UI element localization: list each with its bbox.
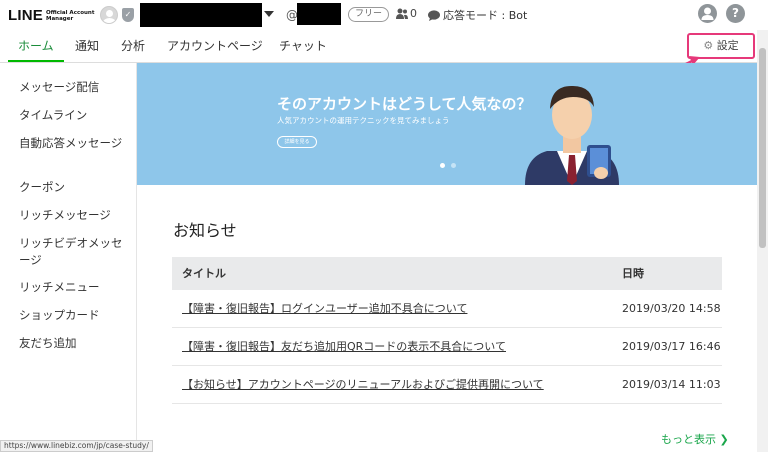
carousel-dot[interactable] bbox=[451, 163, 456, 168]
settings-label: 設定 bbox=[716, 39, 739, 52]
friend-count: 0 bbox=[396, 7, 417, 20]
top-bar: LINE Official Account Manager ✓ @ フリー 0 応… bbox=[0, 0, 768, 30]
friends-icon bbox=[396, 8, 408, 19]
response-mode[interactable]: 応答モード : Bot bbox=[428, 7, 527, 23]
logo-subtext: Official Account Manager bbox=[45, 9, 95, 22]
table-row: 【お知らせ】アカウントページのリニューアルおよびご提供再開について 2019/0… bbox=[172, 366, 722, 404]
tab-account-page[interactable]: アカウントページ bbox=[167, 30, 263, 62]
news-date: 2019/03/14 11:03 bbox=[622, 378, 721, 391]
shield-icon: ✓ bbox=[122, 8, 134, 22]
user-profile-icon[interactable] bbox=[698, 4, 717, 23]
sidebar-item-timeline[interactable]: タイムライン bbox=[19, 107, 129, 124]
sidebar-item-auto-reply[interactable]: 自動応答メッセージ bbox=[19, 135, 129, 152]
tab-chat[interactable]: チャット bbox=[279, 30, 327, 62]
table-row: 【障害・復旧報告】友だち追加用QRコードの表示不具合について 2019/03/1… bbox=[172, 328, 722, 366]
plan-badge: フリー bbox=[348, 7, 390, 22]
news-card: お知らせ タイトル 日時 【障害・復旧報告】ログインユーザー追加不具合について … bbox=[137, 185, 757, 452]
news-link[interactable]: 【障害・復旧報告】ログインユーザー追加不具合について bbox=[182, 290, 467, 327]
logo-text: LINE bbox=[8, 7, 43, 24]
chat-bubble-icon bbox=[428, 9, 440, 21]
news-title: お知らせ bbox=[173, 221, 237, 240]
main-content: そのアカウントはどうして人気なの？ 人気アカウントの運用テクニックを見てみましょ… bbox=[137, 63, 757, 452]
account-dropdown-icon[interactable] bbox=[264, 11, 274, 17]
account-avatar[interactable] bbox=[100, 6, 118, 24]
sidebar: メッセージ配信 タイムライン 自動応答メッセージ クーポン リッチメッセージ リ… bbox=[0, 63, 137, 452]
sidebar-item-add-friends[interactable]: 友だち追加 bbox=[19, 335, 129, 352]
status-bar-url: https://www.linebiz.com/jp/case-study/ bbox=[0, 440, 153, 452]
sidebar-item-message-delivery[interactable]: メッセージ配信 bbox=[19, 79, 129, 96]
news-link[interactable]: 【障害・復旧報告】友だち追加用QRコードの表示不具合について bbox=[182, 328, 506, 365]
news-date: 2019/03/20 14:58 bbox=[622, 302, 721, 315]
sidebar-item-rich-message[interactable]: リッチメッセージ bbox=[19, 207, 129, 224]
table-row: 【障害・復旧報告】ログインユーザー追加不具合について 2019/03/20 14… bbox=[172, 290, 722, 328]
news-date: 2019/03/17 16:46 bbox=[622, 340, 721, 353]
scrollbar-thumb[interactable] bbox=[759, 48, 766, 248]
redacted-account-id bbox=[297, 3, 341, 25]
main-navigation: ホーム 通知 分析 アカウントページ チャット bbox=[0, 30, 757, 63]
carousel-dot-active[interactable] bbox=[440, 163, 445, 168]
sidebar-item-rich-video-message[interactable]: リッチビデオメッセージ bbox=[19, 235, 129, 269]
column-header-title: タイトル bbox=[182, 267, 226, 280]
help-icon[interactable]: ? bbox=[726, 4, 745, 23]
sidebar-item-coupon[interactable]: クーポン bbox=[19, 179, 129, 196]
promo-banner[interactable]: そのアカウントはどうして人気なの？ 人気アカウントの運用テクニックを見てみましょ… bbox=[137, 63, 757, 185]
news-table: タイトル 日時 【障害・復旧報告】ログインユーザー追加不具合について 2019/… bbox=[172, 257, 722, 404]
tab-notifications[interactable]: 通知 bbox=[75, 30, 99, 62]
table-header: タイトル 日時 bbox=[172, 257, 722, 290]
column-header-date: 日時 bbox=[622, 267, 644, 280]
banner-details-button[interactable]: 詳細を見る bbox=[277, 136, 317, 148]
tab-analytics[interactable]: 分析 bbox=[121, 30, 145, 62]
banner-subtitle: 人気アカウントの運用テクニックを見てみましょう bbox=[277, 116, 450, 125]
banner-title: そのアカウントはどうして人気なの？ bbox=[277, 95, 532, 113]
news-link[interactable]: 【お知らせ】アカウントページのリニューアルおよびご提供再開について bbox=[182, 366, 544, 403]
sidebar-item-shop-card[interactable]: ショップカード bbox=[19, 307, 129, 324]
businessman-illustration bbox=[525, 85, 619, 185]
redacted-account-name[interactable] bbox=[140, 3, 262, 27]
vertical-scrollbar[interactable] bbox=[757, 30, 768, 452]
gear-icon: ⚙ bbox=[703, 39, 714, 52]
tab-home[interactable]: ホーム bbox=[8, 30, 64, 62]
show-more-link[interactable]: もっと表示 ❯ bbox=[661, 431, 729, 447]
sidebar-item-rich-menu[interactable]: リッチメニュー bbox=[19, 279, 129, 296]
line-logo[interactable]: LINE Official Account Manager bbox=[8, 7, 94, 24]
